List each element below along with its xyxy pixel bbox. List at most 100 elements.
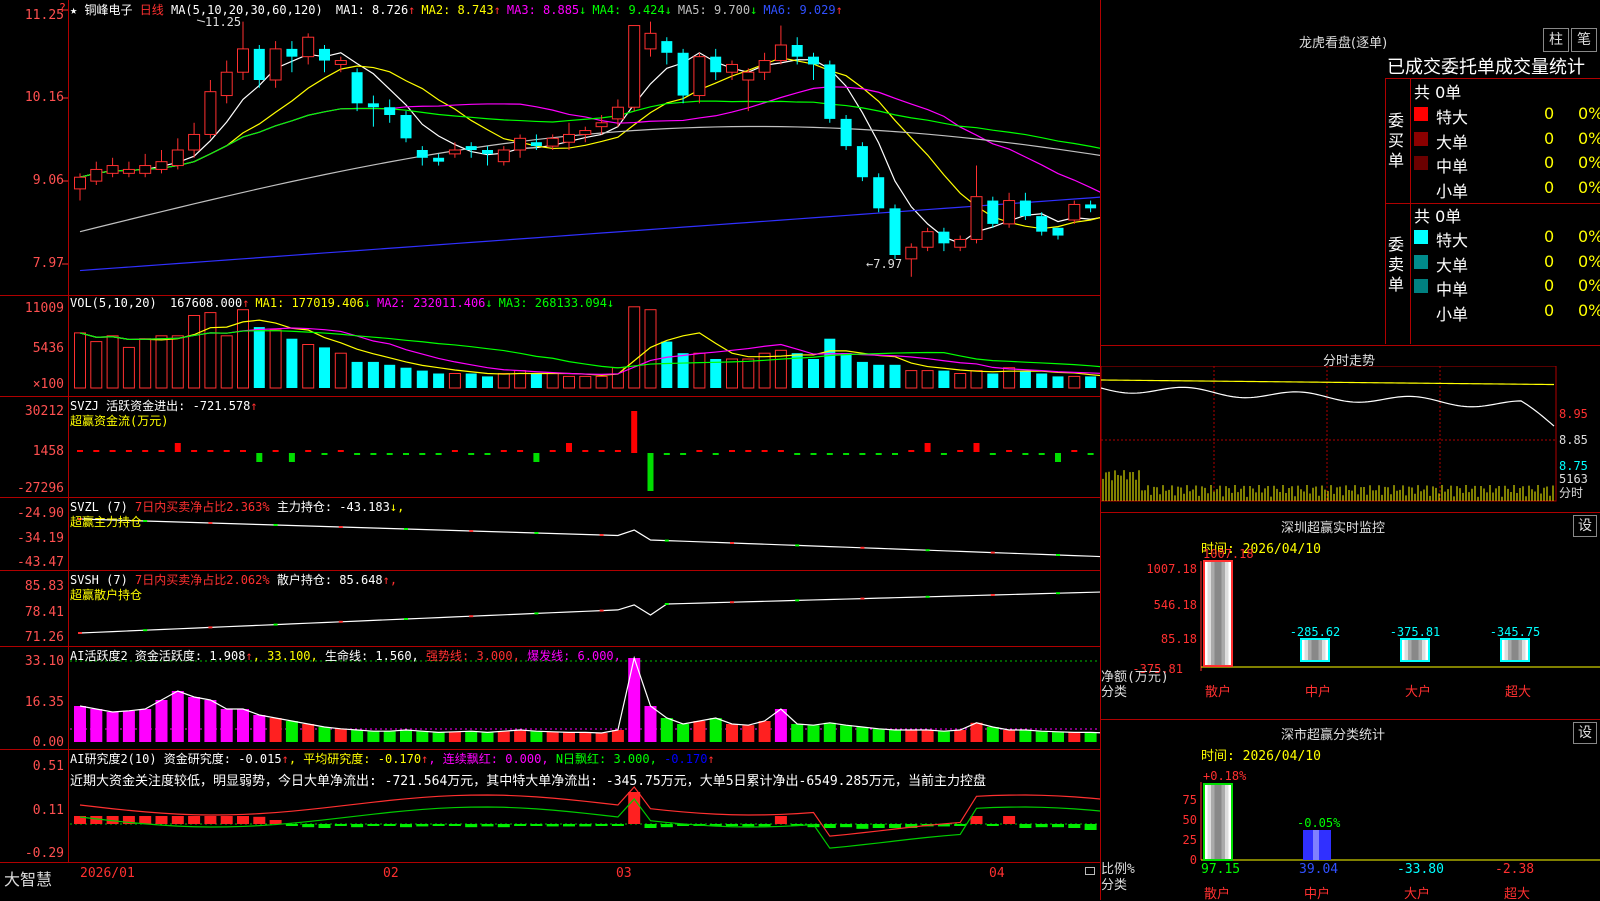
tab-volume[interactable]: 成交量	[1495, 57, 1549, 78]
ai-active-arrow: ↑	[245, 649, 253, 663]
sz-class-panel[interactable]: 深市超赢分类统计 设 时间: 2026/04/10 +0.18% 75 50 25 0 -0…	[1101, 719, 1600, 901]
lock-icon[interactable]	[1085, 867, 1095, 875]
vol-arrow-0: ↑	[242, 296, 250, 310]
buy-row-0[interactable]: 特大 0 0%	[1412, 103, 1600, 127]
candle-body	[367, 103, 379, 108]
volume-bar	[302, 344, 315, 389]
volume-chart[interactable]	[0, 296, 1100, 396]
sz-monitor-panel[interactable]: 深圳超赢实时监控 设 时间: 2026/04/10 1007.18 546.18 85…	[1101, 512, 1600, 720]
svsh-line-mark	[78, 632, 82, 634]
tab-stats[interactable]: 统计	[1549, 57, 1585, 78]
sz-monitor-chart[interactable]: 时间: 2026/04/101007.18546.1885.18-375.811…	[1101, 533, 1600, 720]
svzj-bar	[582, 450, 589, 452]
volume-bar	[758, 352, 771, 389]
candle-body	[286, 48, 298, 57]
tab-orders[interactable]: 委托单	[1441, 57, 1495, 78]
szm-bar-2-segment	[1404, 639, 1409, 661]
buy-row-1[interactable]: 大单 0 0%	[1412, 128, 1600, 152]
svzl-line-mark	[338, 526, 343, 528]
research-bar	[530, 824, 543, 826]
air-tick-1: 0.11	[32, 803, 64, 818]
sz-class-chart[interactable]: 时间: 2026/04/10 +0.18% 75 50 25 0 -0.05% 比例%分类 97…	[1101, 740, 1600, 901]
ai-research-comment: 近期大资金关注度较低，明显弱势，今日大单净流出: -721.564万元，其中特大…	[70, 774, 986, 789]
svzj-panel[interactable]: SVZJ 活跃资金进出: -721.578↑ 超赢资金流(万元)	[0, 397, 1100, 498]
svsh-tick-1: 78.41	[24, 605, 64, 620]
activity-bar	[367, 731, 380, 742]
research-bar	[774, 816, 787, 824]
svzj-bar	[386, 453, 393, 455]
bar-mode-button[interactable]: 柱	[1543, 28, 1569, 52]
candle-body	[628, 25, 641, 108]
svzj-bar	[973, 443, 980, 452]
szc-value-3: -2.38	[1495, 862, 1534, 877]
svzl-panel[interactable]: SVZL (7) 7日内买卖净占比2.363% 主力持仓: -43.183↓, …	[0, 498, 1100, 571]
stock-name[interactable]: 铜峰电子	[84, 3, 132, 17]
svzj-bar	[1006, 450, 1013, 452]
ai-strong-line: 强势线: 3.000,	[426, 649, 520, 663]
svsh-arrow: ↑,	[382, 573, 398, 587]
research-bar	[1035, 824, 1048, 828]
sell-row-0[interactable]: 特大 0 0%	[1412, 226, 1600, 250]
svsh-sub: 超赢散户持仓	[70, 588, 143, 602]
kline-chart[interactable]: 11.25←7.97?	[0, 0, 1100, 295]
volume-bar	[563, 375, 575, 389]
svzj-bar	[1055, 453, 1061, 462]
svzj-bar	[174, 443, 181, 452]
sell-row-2[interactable]: 中单 0 0%	[1412, 275, 1600, 299]
svsh-line-mark	[208, 626, 213, 629]
lhb-row-pct: 0%	[1578, 104, 1600, 123]
candle-body	[269, 48, 282, 81]
activity-bar	[237, 709, 249, 742]
intraday-panel[interactable]: 分时走势 8.95 8.85 8.75 5163 分时	[1101, 345, 1600, 511]
svsh-panel[interactable]: SVSH (7) 7日内买卖净占比2.062% 散户持仓: 85.648↑, 超…	[0, 571, 1100, 647]
activity-bar	[139, 709, 152, 742]
vol-header: VOL(5,10,20) 167608.000↑ MA1: 177019.406↓…	[70, 296, 614, 310]
szc-cat-3: 超大	[1504, 887, 1530, 901]
main-kline-panel[interactable]: 11.25 ←7.97? ★ 铜峰电子 日线 MA(5,10,20,30,60,1…	[0, 0, 1100, 296]
szm-bar-1-segment	[1308, 639, 1312, 661]
szm-top-value: 1007.18	[1203, 547, 1254, 561]
svsh-line-mark	[730, 601, 734, 604]
research-bar	[889, 824, 901, 828]
svzj-bar	[696, 450, 703, 452]
szm-bar-0-segment	[1218, 561, 1222, 666]
volume-panel[interactable]: VOL(5,10,20) 167608.000↑ MA1: 177019.406↓…	[0, 296, 1100, 397]
svzj-bar	[924, 443, 931, 452]
svzj-bar	[1022, 453, 1029, 455]
vol-tick-unit: ×100	[32, 377, 64, 392]
vol-value-1: MA1: 177019.406	[255, 296, 364, 310]
svzj-bar	[468, 453, 475, 455]
tab-filled[interactable]: 已成交	[1387, 57, 1441, 78]
sell-row-3[interactable]: 小单 0 0%	[1412, 300, 1600, 324]
vol-arrow-1: ↓	[363, 296, 372, 310]
ma-value-5: MA5: 9.700	[677, 3, 751, 17]
activity-bar	[579, 732, 592, 742]
buy-row-2[interactable]: 中单 0 0%	[1412, 152, 1600, 176]
szm-bar-0-segment	[1214, 561, 1219, 666]
svsh-mid: 7日内买卖净占比2.062%	[135, 573, 270, 587]
ai-active-panel[interactable]: AI活跃度2 资金活跃度: 1.908↑, 33.100, 生命线: 1.560…	[0, 647, 1100, 750]
x-tick-2: 03	[616, 866, 632, 881]
lhb-panel[interactable]: 龙虎看盘(逐单) 柱 笔 已成交委托单成交量统计 委买单 委卖单 共 0单 特大 0…	[1101, 0, 1600, 345]
sell-row-1[interactable]: 大单 0 0%	[1412, 251, 1600, 275]
activity-bar	[1003, 730, 1016, 742]
candle-body	[416, 150, 428, 158]
period-label[interactable]: 日线	[140, 3, 164, 17]
ai-research-panel[interactable]: AI研究度2(10) 资金研究度: -0.015↑, 平均研究度: -0.170…	[0, 750, 1100, 860]
svzl-tick-2: -43.47	[17, 555, 64, 570]
buy-row-3[interactable]: 小单 0 0%	[1412, 177, 1600, 201]
research-bar	[497, 824, 510, 828]
research-bar	[448, 824, 461, 826]
svzj-bar	[875, 453, 882, 455]
research-bar	[367, 824, 380, 826]
tick-mode-button[interactable]: 笔	[1571, 28, 1597, 52]
activity-bar	[937, 731, 950, 742]
svzj-bar	[223, 450, 230, 452]
research-bar	[1084, 824, 1097, 830]
intraday-chart[interactable]: 8.95 8.85 8.755163分时	[1101, 366, 1600, 511]
activity-bar	[481, 732, 494, 742]
szm-bar-3-segment	[1504, 639, 1509, 661]
activity-bar	[318, 727, 331, 742]
activity-bar	[220, 709, 233, 742]
activity-bar	[465, 731, 478, 742]
